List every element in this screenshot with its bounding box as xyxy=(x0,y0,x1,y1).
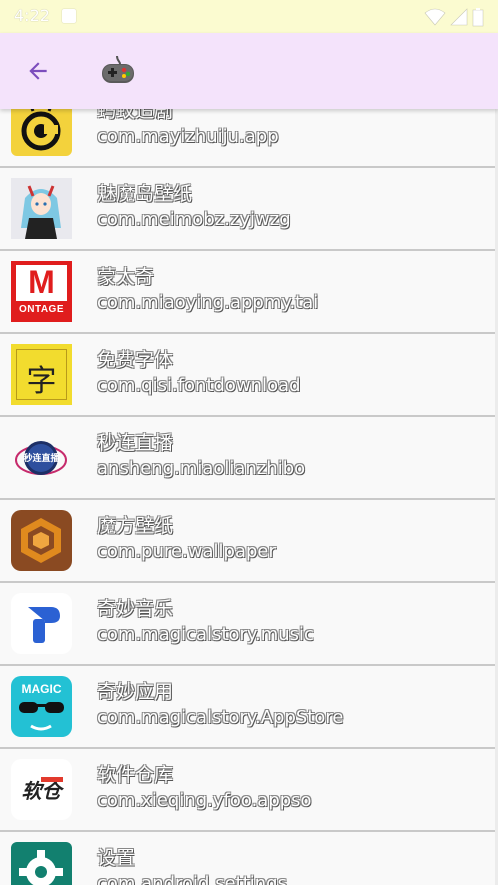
app-name: 秒连直播 xyxy=(97,432,174,454)
list-item[interactable]: 秒连直播 秒连直播 ansheng.miaolianzhibo xyxy=(0,417,498,500)
list-item[interactable]: 字 免费字体 com.qisi.fontdownload xyxy=(0,334,498,417)
list-item[interactable]: 设置 com.android.settings xyxy=(0,832,498,885)
status-time: 4:22 xyxy=(14,6,50,25)
battery-icon xyxy=(472,8,484,27)
app-bar xyxy=(0,33,498,109)
app-name: 奇妙应用 xyxy=(97,681,174,703)
list-item[interactable]: 蚂蚁追剧 com.mayizhuiju.app xyxy=(0,109,498,168)
settings-gear-icon xyxy=(11,842,72,885)
software-repo-icon: 软仓 xyxy=(11,759,72,820)
list-item[interactable]: MAGIC 奇妙应用 com.magicalstory.AppStore xyxy=(0,666,498,749)
app-name: 魔方壁纸 xyxy=(97,515,174,537)
app-package: ansheng.miaolianzhibo xyxy=(97,458,306,479)
app-package: com.meimobz.zyjwzg xyxy=(97,209,291,230)
app-name: 蚂蚁追剧 xyxy=(97,109,174,122)
status-icons xyxy=(424,7,484,27)
app-name: 奇妙音乐 xyxy=(97,598,174,620)
arrow-left-icon xyxy=(29,62,47,80)
font-char-icon-text: 字 xyxy=(26,364,57,399)
app-name: 设置 xyxy=(97,847,136,869)
app-list[interactable]: 蚂蚁追剧 com.mayizhuiju.app 魅魔岛壁纸 com.meimob… xyxy=(0,109,498,885)
montage-icon-text: ONTAGE xyxy=(18,304,65,315)
notification-icon xyxy=(62,9,76,23)
ant-drama-icon xyxy=(11,109,72,156)
magic-sunglasses-icon: MAGIC xyxy=(11,676,72,737)
app-package: com.mayizhuiju.app xyxy=(97,126,279,147)
app-name: 软件仓库 xyxy=(97,764,174,786)
list-item[interactable]: 奇妙音乐 com.magicalstory.music xyxy=(0,583,498,666)
status-bar: 4:22 xyxy=(0,0,498,33)
list-item[interactable]: 魅魔岛壁纸 com.meimobz.zyjwzg xyxy=(0,168,498,251)
anime-girl-icon xyxy=(11,178,72,239)
montage-icon: M ONTAGE xyxy=(11,261,72,322)
app-name: 蒙太奇 xyxy=(97,266,155,288)
gamepad-icon xyxy=(102,55,134,83)
app-name: 魅魔岛壁纸 xyxy=(97,183,193,205)
cube-icon xyxy=(11,510,72,571)
back-button[interactable] xyxy=(18,53,58,89)
app-package: com.miaoying.appmy.tai xyxy=(97,292,319,313)
live-stream-icon: 秒连直播 xyxy=(11,427,72,488)
music-p-icon xyxy=(11,593,72,654)
app-package: com.qisi.fontdownload xyxy=(97,375,301,396)
app-package: com.xieqing.yfoo.appso xyxy=(97,790,312,811)
live-stream-icon-text: 秒连直播 xyxy=(23,454,60,464)
signal-icon xyxy=(450,8,468,26)
list-item[interactable]: M ONTAGE 蒙太奇 com.miaoying.appmy.tai xyxy=(0,251,498,334)
font-char-icon: 字 xyxy=(11,344,72,405)
montage-icon-letter: M xyxy=(28,264,55,300)
app-package: com.magicalstory.AppStore xyxy=(97,707,344,728)
wifi-icon xyxy=(424,8,446,26)
list-item[interactable]: 魔方壁纸 com.pure.wallpaper xyxy=(0,500,498,583)
app-package: com.magicalstory.music xyxy=(97,624,314,645)
list-item[interactable]: 软仓 软件仓库 com.xieqing.yfoo.appso xyxy=(0,749,498,832)
app-package: com.pure.wallpaper xyxy=(97,541,276,562)
app-package: com.android.settings xyxy=(97,873,287,885)
app-name: 免费字体 xyxy=(97,349,174,371)
